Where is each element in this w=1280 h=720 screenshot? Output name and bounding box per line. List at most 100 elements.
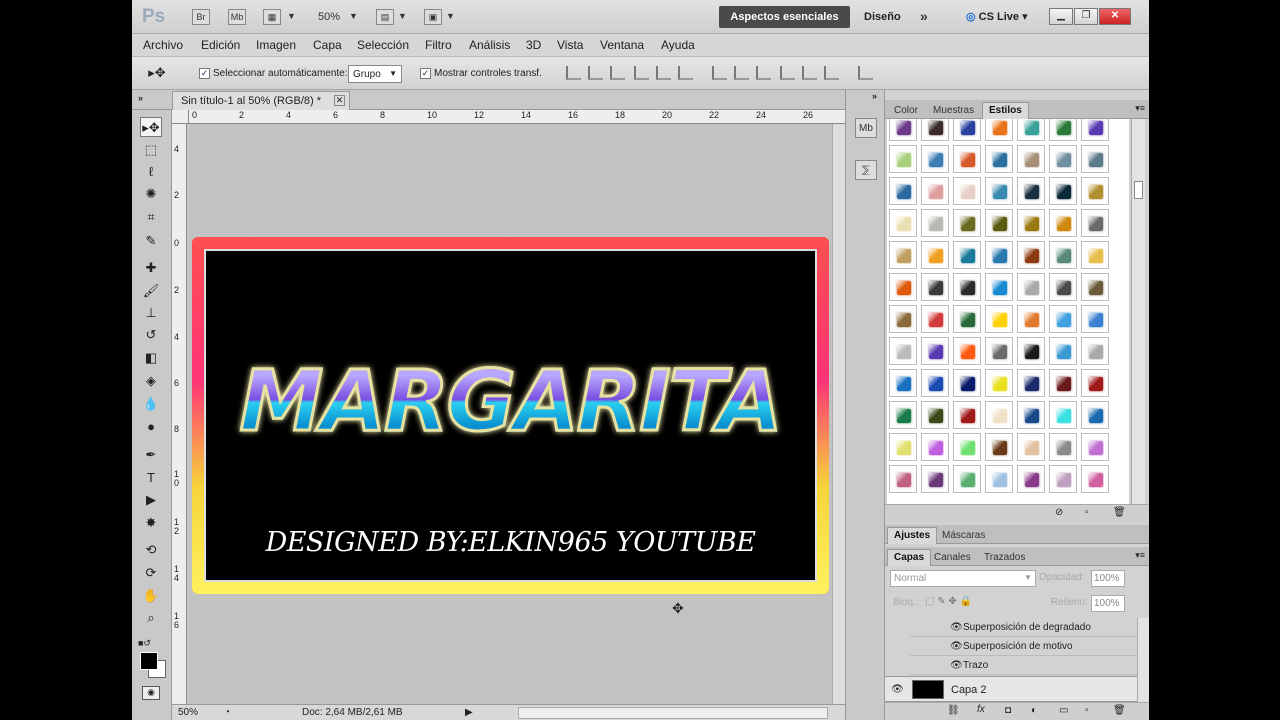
style-swatch[interactable] [1049, 209, 1077, 237]
style-swatch[interactable] [1081, 177, 1109, 205]
style-swatch[interactable] [1017, 369, 1045, 397]
style-swatch[interactable] [1049, 177, 1077, 205]
style-swatch[interactable] [1017, 305, 1045, 333]
align-bottom-icon[interactable] [610, 66, 625, 80]
hand-tool-icon[interactable]: ✋ [140, 586, 162, 606]
style-swatch[interactable] [1017, 119, 1045, 141]
align-top-icon[interactable] [566, 66, 581, 80]
style-swatch[interactable] [1017, 209, 1045, 237]
style-swatch[interactable] [889, 337, 917, 365]
history-panel-icon[interactable]: ⅀ [855, 160, 877, 180]
tab-paths[interactable]: Trazados [977, 549, 1032, 566]
workspace-design-button[interactable]: Diseño [864, 11, 901, 23]
style-swatch[interactable] [985, 241, 1013, 269]
style-swatch[interactable] [1081, 433, 1109, 461]
panel-menu-icon[interactable]: ▾≡ [1135, 103, 1145, 114]
style-swatch[interactable] [1081, 401, 1109, 429]
tab-layers[interactable]: Capas [887, 549, 932, 566]
blur-tool-icon[interactable]: 💧 [140, 394, 162, 414]
workspace-essentials-button[interactable]: Aspectos esenciales [719, 6, 850, 28]
show-transform-checkbox[interactable]: ✓ [420, 68, 431, 79]
tab-swatches[interactable]: Muestras [926, 102, 981, 119]
dropdown-arrow-icon[interactable]: ▼ [446, 11, 455, 21]
style-swatch[interactable] [921, 119, 949, 141]
status-info-icon[interactable]: ◔ [224, 707, 230, 718]
panel-menu-icon[interactable]: ▾≡ [1135, 550, 1145, 561]
auto-align-icon[interactable] [858, 66, 873, 80]
crop-tool-icon[interactable]: ⌗ [140, 207, 162, 227]
style-swatch[interactable] [1049, 401, 1077, 429]
style-swatch[interactable] [985, 465, 1013, 493]
style-swatch[interactable] [889, 241, 917, 269]
eye-icon[interactable]: 👁 [891, 684, 904, 695]
distribute-left-icon[interactable] [780, 66, 795, 80]
eyedropper-icon[interactable]: ✎ [140, 231, 162, 251]
style-swatch[interactable] [921, 209, 949, 237]
style-swatch[interactable] [1081, 145, 1109, 173]
menu-seleccion[interactable]: Selección [357, 38, 409, 52]
bridge-icon[interactable]: Br [192, 9, 210, 25]
healing-brush-icon[interactable]: ✚ [140, 258, 162, 278]
menu-filtro[interactable]: Filtro [425, 38, 452, 52]
3d-rotate-icon[interactable]: ⟲ [140, 540, 162, 560]
style-swatch[interactable] [921, 305, 949, 333]
style-swatch[interactable] [1049, 369, 1077, 397]
style-swatch[interactable] [953, 241, 981, 269]
dropdown-arrow-icon[interactable]: ▼ [398, 11, 407, 21]
distribute-hcenter-icon[interactable] [802, 66, 817, 80]
menu-analisis[interactable]: Análisis [469, 38, 510, 52]
tab-styles[interactable]: Estilos [982, 102, 1029, 119]
style-swatch[interactable] [953, 119, 981, 141]
style-swatch[interactable] [985, 145, 1013, 173]
move-tool-preset-icon[interactable]: ▸✥ [146, 63, 168, 83]
style-swatch[interactable] [1017, 145, 1045, 173]
new-layer-icon[interactable]: ▫ [1085, 705, 1089, 716]
style-swatch[interactable] [1049, 119, 1077, 141]
fx-icon[interactable]: fx [977, 704, 985, 715]
delete-style-icon[interactable]: 🗑 [1113, 507, 1126, 518]
style-swatch[interactable] [1049, 305, 1077, 333]
style-swatch[interactable] [889, 273, 917, 301]
style-swatch[interactable] [1017, 433, 1045, 461]
style-swatch[interactable] [889, 305, 917, 333]
canvas-vertical-scrollbar[interactable] [832, 124, 845, 704]
style-swatch[interactable] [953, 369, 981, 397]
style-swatch[interactable] [889, 433, 917, 461]
layers-scrollbar[interactable] [1137, 618, 1149, 702]
align-hcenter-icon[interactable] [656, 66, 671, 80]
new-style-icon[interactable]: ▫ [1085, 507, 1089, 518]
link-layers-icon[interactable]: ⛓ [947, 705, 960, 716]
style-swatch[interactable] [889, 369, 917, 397]
align-right-icon[interactable] [678, 66, 693, 80]
style-swatch[interactable] [921, 273, 949, 301]
style-swatch[interactable] [889, 119, 917, 141]
document-canvas[interactable]: MARGARITA DESIGNED BY:ELKIN965 YOUTUBE [192, 237, 829, 594]
style-swatch[interactable] [1081, 241, 1109, 269]
style-swatch[interactable] [953, 337, 981, 365]
style-swatch[interactable] [985, 119, 1013, 141]
align-vcenter-icon[interactable] [588, 66, 603, 80]
style-swatch[interactable] [889, 145, 917, 173]
style-swatch[interactable] [1081, 119, 1109, 141]
layer-effect-row[interactable]: 👁 Trazo [910, 656, 1142, 675]
style-swatch[interactable] [1081, 273, 1109, 301]
style-swatch[interactable] [1081, 465, 1109, 493]
style-swatch[interactable] [985, 337, 1013, 365]
style-swatch[interactable] [1017, 273, 1045, 301]
style-swatch[interactable] [1049, 337, 1077, 365]
distribute-top-icon[interactable] [712, 66, 727, 80]
style-swatch[interactable] [953, 401, 981, 429]
style-swatch[interactable] [1049, 145, 1077, 173]
style-swatch[interactable] [921, 337, 949, 365]
menu-3d[interactable]: 3D [526, 38, 541, 52]
eraser-icon[interactable]: ◧ [140, 348, 162, 368]
style-swatch[interactable] [1017, 177, 1045, 205]
style-swatch[interactable] [985, 433, 1013, 461]
menu-ayuda[interactable]: Ayuda [661, 38, 695, 52]
style-swatch[interactable] [985, 305, 1013, 333]
style-swatch[interactable] [921, 401, 949, 429]
close-button[interactable]: ✕ [1099, 8, 1131, 25]
dropdown-arrow-icon[interactable]: ▼ [349, 11, 358, 21]
view-extras-icon[interactable]: ▦ [263, 9, 281, 25]
tab-adjustments[interactable]: Ajustes [887, 527, 938, 544]
